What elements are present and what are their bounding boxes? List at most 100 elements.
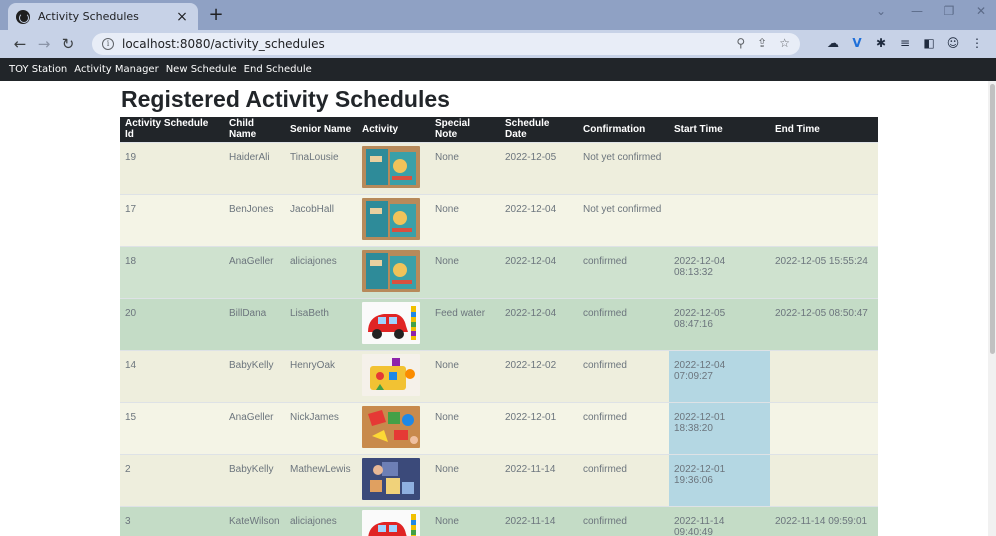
brand-link[interactable]: TOY Station (9, 64, 67, 75)
restore-button[interactable]: ❐ (934, 4, 964, 18)
cell-child-name: KateWilson (224, 505, 285, 536)
cell-start-time: 2022-12-04 08:13:32 (669, 245, 770, 298)
cell-end-time (770, 349, 878, 402)
cell-activity (357, 297, 430, 350)
side-panel-icon[interactable]: ◧ (922, 36, 936, 50)
tab-title: Activity Schedules (38, 10, 139, 23)
new-tab-button[interactable]: + (206, 5, 226, 25)
puzzle-extensions-icon[interactable]: ✱ (874, 36, 888, 50)
browser-tab-strip: Activity Schedules × + ⌄ — ❐ ✕ (0, 0, 996, 30)
cell-activity (357, 245, 430, 298)
cell-start-time: 2022-12-01 19:36:06 (669, 453, 770, 506)
activity-image (362, 197, 420, 240)
cell-end-time (770, 453, 878, 506)
chevron-down-icon[interactable]: ⌄ (866, 4, 896, 18)
cell-start-time: 2022-11-14 09:40:49 (669, 505, 770, 536)
cell-senior-name: LisaBeth (285, 297, 357, 350)
browser-tab[interactable]: Activity Schedules × (8, 3, 198, 30)
cell-confirmation: Not yet confirmed (578, 141, 669, 194)
cell-schedule-date: 2022-12-04 (500, 297, 578, 350)
minimize-button[interactable]: — (902, 4, 932, 18)
cell-start-time: 2022-12-01 18:38:20 (669, 401, 770, 454)
table-row: 19 HaiderAli TinaLousie None 2022-12-05 Not y… (120, 141, 878, 194)
profile-avatar-icon[interactable]: ☺ (946, 36, 960, 50)
cell-senior-name: NickJames (285, 401, 357, 454)
activity-image (362, 457, 420, 500)
cell-end-time (770, 401, 878, 454)
back-arrow-icon[interactable]: ← (8, 32, 32, 56)
cell-activity (357, 505, 430, 536)
cell-confirmation: Not yet confirmed (578, 193, 669, 246)
cell-senior-name: TinaLousie (285, 141, 357, 194)
forward-arrow-icon[interactable]: → (32, 32, 56, 56)
cell-confirmation: confirmed (578, 245, 669, 298)
nav-end-schedule[interactable]: End Schedule (244, 64, 312, 75)
cell-schedule-date: 2022-12-05 (500, 141, 578, 194)
cell-schedule-id: 15 (120, 401, 224, 454)
cell-child-name: HaiderAli (224, 141, 285, 194)
cell-confirmation: confirmed (578, 349, 669, 402)
tab-close-button[interactable]: × (174, 9, 190, 25)
table-header-row: Activity Schedule Id Child Name Senior N… (120, 117, 878, 142)
header-special-note: Special Note (430, 117, 500, 142)
close-window-button[interactable]: ✕ (966, 4, 996, 18)
cell-special-note: None (430, 453, 500, 506)
table-row: 18 AnaGeller aliciajones None 2022-12-04 conf… (120, 245, 878, 298)
address-bar[interactable]: i localhost:8080/activity_schedules ⚲ ⇪ … (92, 33, 800, 55)
cell-activity (357, 193, 430, 246)
share-icon[interactable]: ⇪ (757, 36, 767, 50)
bookmark-star-icon[interactable]: ☆ (779, 36, 790, 50)
cell-special-note: None (430, 505, 500, 536)
more-menu-icon[interactable]: ⋮ (970, 36, 984, 50)
cell-schedule-id: 19 (120, 141, 224, 194)
cell-end-time: 2022-12-05 15:55:24 (770, 245, 878, 298)
cell-activity (357, 453, 430, 506)
cell-schedule-date: 2022-11-14 (500, 505, 578, 536)
cell-confirmation: confirmed (578, 297, 669, 350)
cell-start-time (669, 141, 770, 194)
cell-schedule-date: 2022-12-01 (500, 401, 578, 454)
cell-child-name: BillDana (224, 297, 285, 350)
cell-schedule-id: 18 (120, 245, 224, 298)
cell-special-note: None (430, 401, 500, 454)
page-scrollbar-thumb[interactable] (990, 84, 995, 354)
page-title: Registered Activity Schedules (121, 86, 450, 112)
url-text: localhost:8080/activity_schedules (122, 37, 325, 51)
table-row: 17 BenJones JacobHall None 2022-12-04 Not yet… (120, 193, 878, 246)
cloud-extension-icon[interactable]: ☁ (826, 36, 840, 50)
header-senior-name: Senior Name (285, 117, 357, 142)
nav-new-schedule[interactable]: New Schedule (166, 64, 237, 75)
v-extension-icon[interactable]: V (850, 36, 864, 50)
reading-list-icon[interactable]: ≡ (898, 36, 912, 50)
cell-child-name: AnaGeller (224, 245, 285, 298)
cell-child-name: BabyKelly (224, 349, 285, 402)
cell-senior-name: aliciajones (285, 245, 357, 298)
cell-senior-name: JacobHall (285, 193, 357, 246)
cell-child-name: BabyKelly (224, 453, 285, 506)
activity-image (362, 405, 420, 448)
header-end-time: End Time (770, 117, 878, 142)
header-confirmation: Confirmation (578, 117, 669, 142)
cell-activity (357, 349, 430, 402)
cell-special-note: None (430, 245, 500, 298)
table-row: 20 BillDana LisaBeth Feed water 2022-12-04 co… (120, 297, 878, 350)
cell-schedule-date: 2022-12-04 (500, 245, 578, 298)
zoom-icon[interactable]: ⚲ (736, 36, 745, 50)
cell-start-time: 2022-12-05 08:47:16 (669, 297, 770, 350)
cell-special-note: None (430, 349, 500, 402)
cell-child-name: AnaGeller (224, 401, 285, 454)
app-navbar: TOY Station Activity Manager New Schedul… (0, 58, 996, 81)
info-icon[interactable]: i (102, 38, 114, 50)
cell-start-time: 2022-12-04 07:09:27 (669, 349, 770, 402)
cell-confirmation: confirmed (578, 453, 669, 506)
activity-schedules-table: Activity Schedule Id Child Name Senior N… (120, 117, 878, 536)
cell-schedule-date: 2022-12-04 (500, 193, 578, 246)
cell-activity (357, 141, 430, 194)
header-activity: Activity (357, 117, 430, 142)
header-child-name: Child Name (224, 117, 285, 142)
cell-special-note: None (430, 141, 500, 194)
reload-icon[interactable]: ↻ (56, 32, 80, 56)
cell-end-time: 2022-12-05 08:50:47 (770, 297, 878, 350)
nav-activity-manager[interactable]: Activity Manager (74, 64, 158, 75)
cell-senior-name: MathewLewis (285, 453, 357, 506)
